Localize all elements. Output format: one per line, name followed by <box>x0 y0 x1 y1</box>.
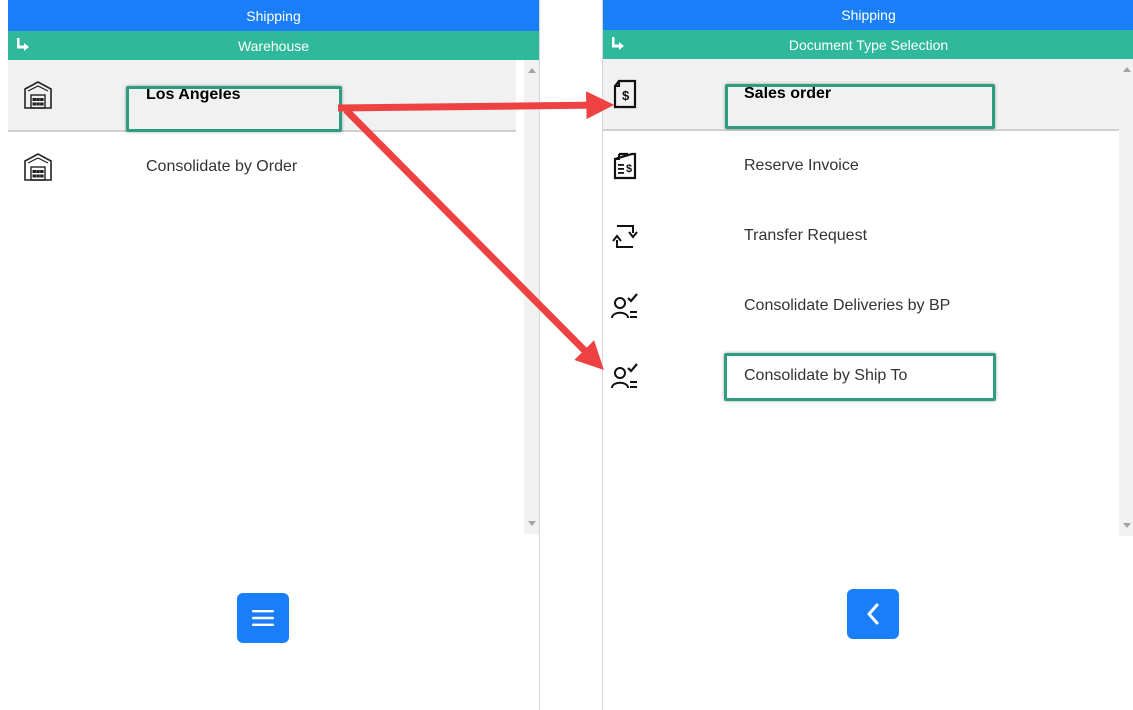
list-item-reserve-invoice[interactable]: $ Reserve Invoice <box>603 131 1121 201</box>
transfer-arrows-icon <box>609 220 641 252</box>
list-item-label: Consolidate by Order <box>146 158 298 175</box>
app-title: Shipping <box>841 7 896 23</box>
scrollbar[interactable] <box>524 60 539 534</box>
svg-text:$: $ <box>626 163 632 175</box>
document-type-list: $ Sales order $ Reserve Invoice Transfer… <box>603 59 1133 536</box>
section-header: Document Type Selection <box>603 30 1133 59</box>
corner-down-right-arrow-icon[interactable] <box>17 38 30 52</box>
scrollbar[interactable] <box>1119 59 1133 536</box>
list-item-consolidate-by-ship-to[interactable]: Consolidate by Ship To <box>603 341 1121 411</box>
user-check-icon <box>609 360 641 392</box>
warehouse-panel: Shipping Warehouse Los Angeles Consolida… <box>8 0 540 710</box>
scroll-up-arrow-icon[interactable] <box>1123 67 1131 72</box>
scroll-down-arrow-icon[interactable] <box>1123 523 1131 528</box>
list-item-label: Sales order <box>744 85 832 102</box>
list-item-los-angeles[interactable]: Los Angeles <box>8 60 516 132</box>
list-item-consolidate-deliveries-by-bp[interactable]: Consolidate Deliveries by BP <box>603 271 1121 341</box>
list-item-consolidate-by-order[interactable]: Consolidate by Order <box>8 132 516 202</box>
chevron-left-icon <box>867 603 879 625</box>
section-title: Document Type Selection <box>788 36 949 53</box>
list-item-label: Consolidate Deliveries by BP <box>744 297 951 314</box>
user-check-icon <box>609 290 641 322</box>
list-item-sales-order[interactable]: $ Sales order <box>603 59 1121 131</box>
warehouse-icon <box>22 79 54 111</box>
scroll-down-arrow-icon[interactable] <box>528 521 536 526</box>
app-title-bar: Shipping <box>603 0 1133 30</box>
app-title-bar: Shipping <box>8 0 539 31</box>
back-button[interactable] <box>847 589 899 639</box>
menu-hamburger-icon <box>252 610 274 626</box>
menu-button[interactable] <box>237 593 289 643</box>
document-dollar-icon: $ <box>609 78 641 110</box>
list-item-label: Reserve Invoice <box>744 157 859 174</box>
svg-text:$: $ <box>622 88 630 103</box>
list-item-label: Los Angeles <box>146 86 241 103</box>
scroll-up-arrow-icon[interactable] <box>528 68 536 73</box>
section-title: Warehouse <box>237 37 310 54</box>
section-header: Warehouse <box>8 31 539 60</box>
app-title: Shipping <box>246 7 301 24</box>
document-type-panel: Shipping Document Type Selection $ Sales… <box>602 0 1133 710</box>
warehouse-list: Los Angeles Consolidate by Order <box>8 60 539 534</box>
warehouse-icon <box>22 151 54 183</box>
list-item-label: Consolidate by Ship To <box>744 367 908 384</box>
list-item-label: Transfer Request <box>744 227 868 244</box>
invoice-dollar-icon: $ <box>609 150 641 182</box>
list-item-transfer-request[interactable]: Transfer Request <box>603 201 1121 271</box>
corner-down-right-arrow-icon[interactable] <box>612 37 625 51</box>
